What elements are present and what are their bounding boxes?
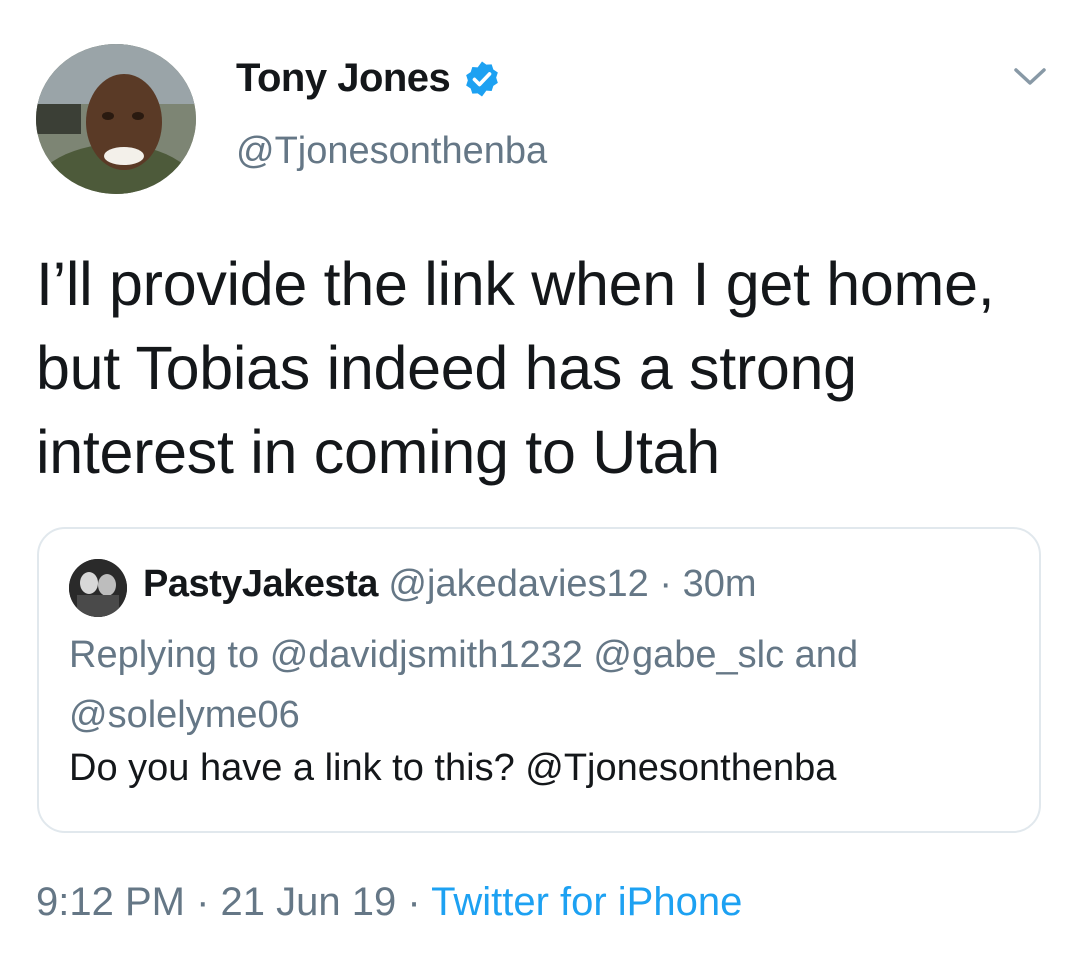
avatar-photo [36,44,196,194]
footer-separator: · [196,880,210,924]
author-name-row: Tony Jones [236,56,502,101]
quoted-separator: · [659,563,673,605]
tweet-source-link[interactable]: Twitter for iPhone [431,880,742,924]
quoted-header: PastyJakesta @jakedavies12 · 30m [143,563,757,606]
author-handle[interactable]: @Tjonesonthenba [236,130,547,173]
replying-to: Replying to @davidjsmith1232 @gabe_slc a… [69,625,1019,745]
tweet-text: I’ll provide the link when I get home, b… [36,250,995,486]
tweet-date: 21 Jun 19 [220,880,397,924]
quoted-time: 30m [682,563,757,605]
quoted-avatar-photo [69,559,127,617]
footer-separator: · [407,880,421,924]
author-avatar[interactable] [36,44,196,194]
replying-prefix: Replying to [69,634,260,676]
quoted-author-name[interactable]: PastyJakesta [143,563,378,605]
tweet-footer: 9:12 PM · 21 Jun 19 · Twitter for iPhone [36,880,742,925]
tweet-time: 9:12 PM [36,880,185,924]
author-name[interactable]: Tony Jones [236,56,451,101]
quoted-author-avatar[interactable] [69,559,127,617]
quoted-text: Do you have a link to this? @Tjonesonthe… [69,747,837,789]
quoted-tweet[interactable]: PastyJakesta @jakedavies12 · 30m Replyin… [37,527,1041,833]
quoted-author-handle[interactable]: @jakedavies12 [388,563,648,605]
chevron-down-icon[interactable] [1010,62,1050,90]
verified-badge-icon [466,61,499,96]
